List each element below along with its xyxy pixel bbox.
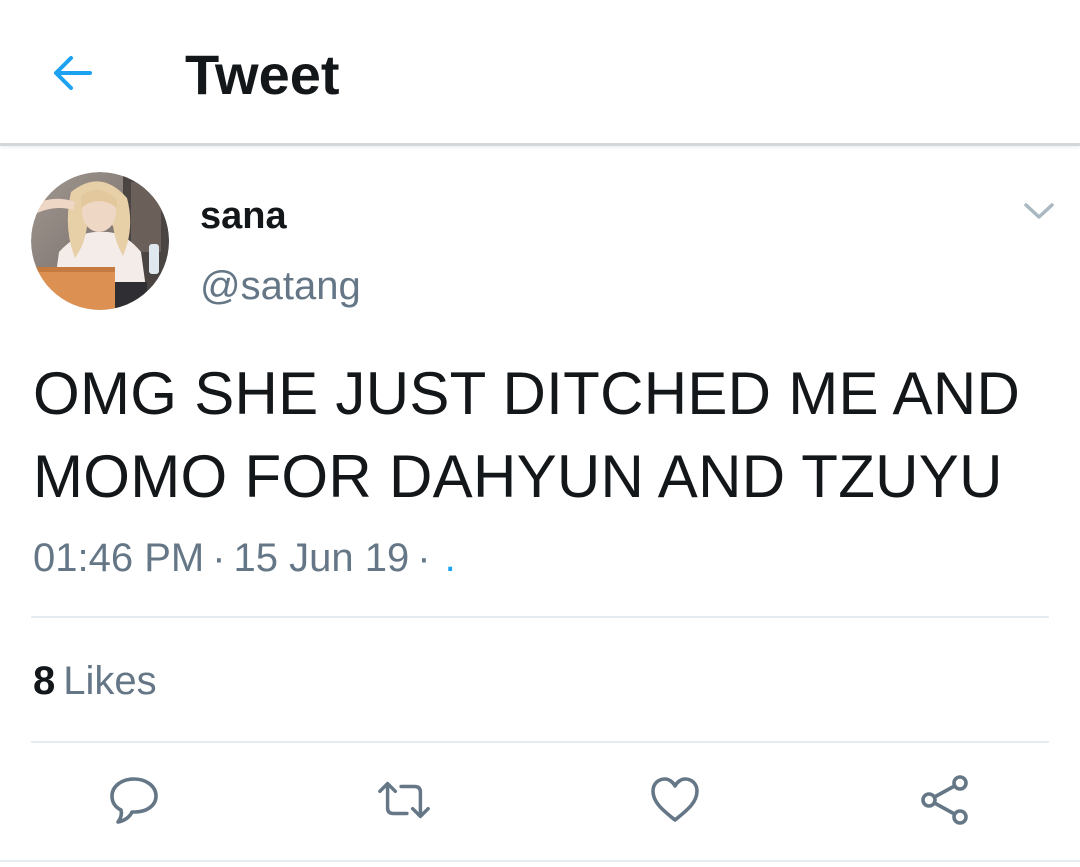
- avatar[interactable]: [31, 172, 169, 310]
- tweet-date: 15 Jun 19: [233, 536, 410, 580]
- tweet-menu-button[interactable]: [1018, 194, 1060, 228]
- meta-separator: ·: [417, 536, 431, 580]
- bottom-divider: [0, 860, 1080, 862]
- divider: [31, 741, 1049, 743]
- retweet-arrows-icon: [378, 781, 430, 819]
- chevron-down-icon: [1024, 203, 1054, 219]
- retweet-button[interactable]: [376, 774, 432, 826]
- share-nodes-icon: [921, 775, 968, 825]
- tweet-text: OMG SHE JUST DITCHED ME AND MOMO FOR DAH…: [33, 360, 1021, 510]
- page-title: Tweet: [185, 43, 340, 106]
- profile-photo: [31, 172, 169, 310]
- heart-icon: [651, 777, 699, 822]
- like-button[interactable]: [647, 774, 703, 826]
- arrow-left-icon: [54, 56, 92, 90]
- divider: [31, 616, 1049, 618]
- author-handle[interactable]: @satang: [200, 262, 361, 310]
- tweet-source-link[interactable]: .: [439, 536, 456, 580]
- likes-count: 8: [33, 659, 56, 703]
- share-button[interactable]: [917, 774, 973, 826]
- top-app-bar: Tweet: [0, 0, 1080, 146]
- tweet-time: 01:46 PM: [33, 536, 205, 580]
- reply-button[interactable]: [106, 774, 162, 826]
- tweet-timestamp: 01:46 PM · 15 Jun 19 ·.: [33, 533, 456, 583]
- likes-label: Likes: [63, 659, 157, 703]
- speech-bubble-icon: [110, 777, 158, 824]
- meta-separator: ·: [212, 536, 226, 580]
- likes-stat[interactable]: 8 Likes: [33, 656, 157, 706]
- back-button[interactable]: [44, 48, 100, 98]
- author-display-name[interactable]: sana: [200, 193, 287, 239]
